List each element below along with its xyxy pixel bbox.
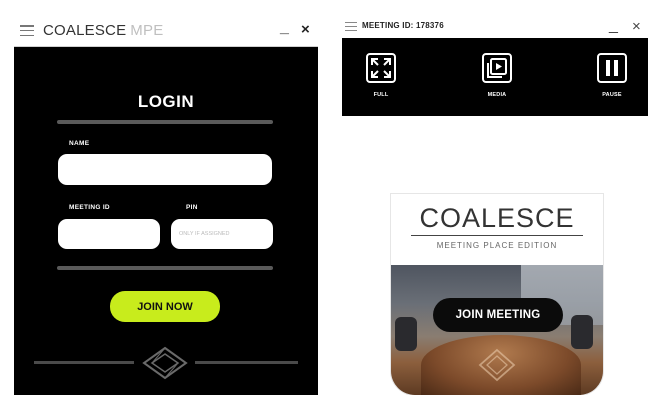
close-button[interactable]: × (632, 18, 641, 35)
toolbar-titlebar: MEETING ID: 178376 (342, 16, 648, 38)
tile-subtitle: MEETING PLACE EDITION (436, 241, 558, 250)
divider-bottom (57, 266, 273, 270)
app-brand: COALESCE MPE (43, 22, 164, 39)
login-window: COALESCE MPE _ × LOGIN NAME MEETING ID PI… (14, 16, 318, 395)
join-meeting-button[interactable]: JOIN MEETING (433, 298, 563, 332)
name-label: NAME (69, 140, 90, 147)
menu-icon[interactable] (345, 22, 357, 31)
login-titlebar: COALESCE MPE _ × (14, 16, 318, 47)
coalesce-logo-icon (478, 348, 516, 382)
full-button[interactable]: FULL (366, 53, 396, 98)
pause-label: PAUSE (602, 92, 622, 98)
pause-icon (597, 53, 627, 83)
login-heading: LOGIN (137, 92, 195, 111)
meeting-id-input[interactable] (58, 219, 160, 249)
chair-right (571, 315, 593, 349)
pin-label: PIN (186, 204, 198, 211)
app-launch-tile[interactable]: COALESCE MEETING PLACE EDITION JOIN MEET… (391, 194, 603, 395)
footer-line-right (195, 361, 298, 364)
pause-button[interactable]: PAUSE (597, 53, 627, 98)
minimize-button[interactable]: _ (609, 17, 618, 35)
media-button[interactable]: MEDIA (482, 53, 512, 98)
fullscreen-icon (366, 53, 396, 83)
meeting-toolbar: FULL MEDIA PAUSE (342, 38, 648, 116)
coalesce-logo-icon (142, 346, 188, 380)
pin-input[interactable] (171, 219, 273, 249)
tile-divider (411, 235, 583, 236)
meeting-id-label: MEETING ID (69, 204, 110, 211)
tile-brand: COALESCE (419, 203, 575, 233)
minimize-button[interactable]: _ (280, 19, 289, 37)
meeting-id-title: MEETING ID: 178376 (362, 21, 444, 30)
footer-line-left (34, 361, 134, 364)
media-label: MEDIA (487, 92, 507, 98)
menu-icon[interactable] (20, 25, 34, 36)
full-label: FULL (373, 92, 389, 98)
divider-top (57, 120, 273, 124)
chair-left (395, 317, 417, 351)
join-now-button[interactable]: JOIN NOW (110, 291, 220, 322)
tile-header: COALESCE MEETING PLACE EDITION (391, 194, 603, 265)
close-button[interactable]: × (301, 21, 310, 38)
name-input[interactable] (58, 154, 272, 185)
media-icon (482, 53, 512, 83)
